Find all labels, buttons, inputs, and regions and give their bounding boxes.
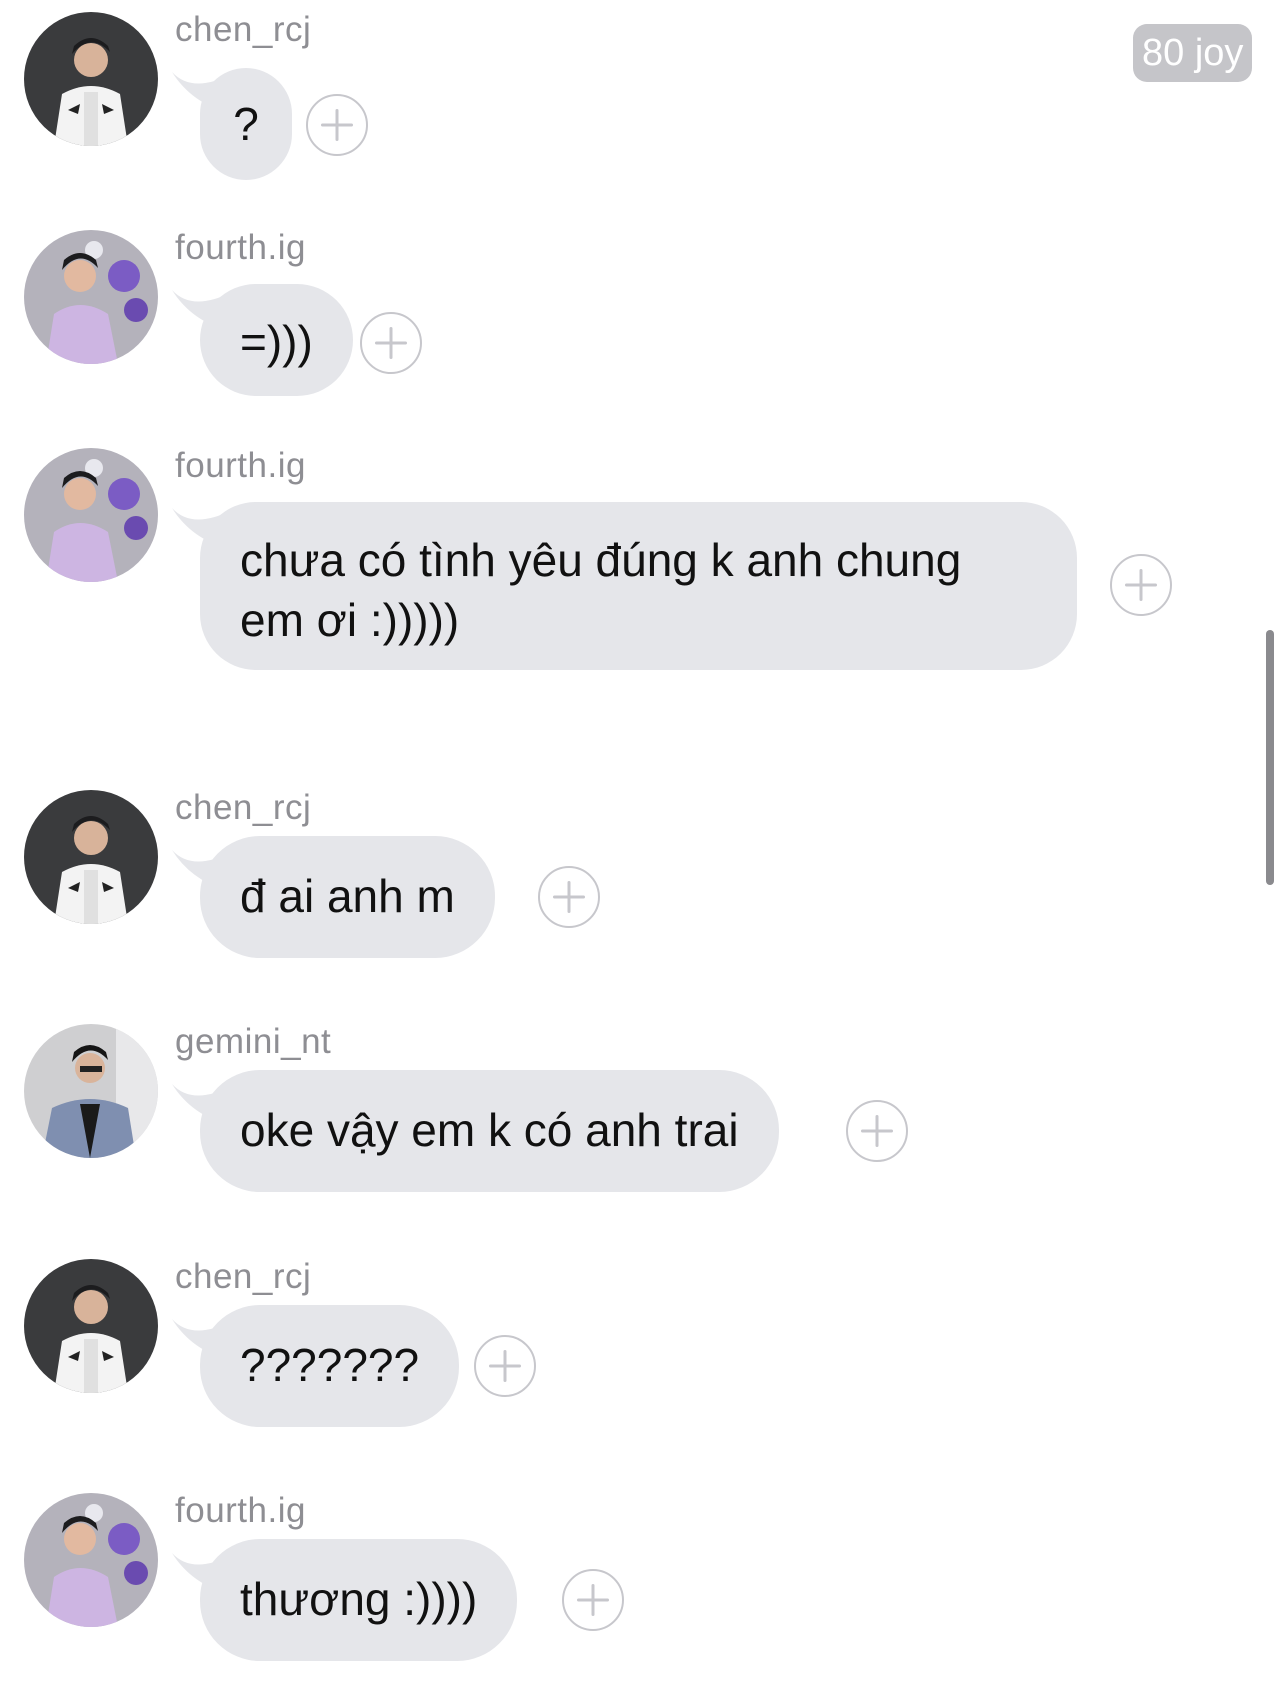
- message-row: fourth.ig =))): [0, 218, 1200, 418]
- add-reaction-icon[interactable]: [306, 94, 368, 156]
- username[interactable]: chen_rcj: [175, 10, 311, 50]
- message-text: ?: [233, 98, 259, 150]
- add-reaction-icon[interactable]: [562, 1569, 624, 1631]
- message-bubble[interactable]: thương :)))): [200, 1539, 518, 1661]
- username[interactable]: fourth.ig: [175, 446, 306, 486]
- add-reaction-icon[interactable]: [538, 866, 600, 928]
- add-reaction-icon[interactable]: [360, 312, 422, 374]
- message-bubble[interactable]: ?: [200, 68, 292, 180]
- add-reaction-icon[interactable]: [474, 1335, 536, 1397]
- message-text: oke vậy em k có anh trai: [240, 1104, 739, 1156]
- message-text: =))): [240, 316, 313, 368]
- message-row: chen_rcj ?: [0, 0, 1200, 200]
- message-bubble[interactable]: đ ai anh m: [200, 836, 495, 958]
- message-bubble[interactable]: ???????: [200, 1305, 460, 1427]
- avatar[interactable]: [24, 1024, 158, 1158]
- avatar[interactable]: [24, 12, 158, 146]
- avatar[interactable]: [24, 448, 158, 582]
- joy-badge: 80 joy: [1133, 24, 1253, 82]
- username[interactable]: fourth.ig: [175, 1491, 306, 1531]
- add-reaction-icon[interactable]: [846, 1100, 908, 1162]
- username[interactable]: gemini_nt: [175, 1022, 331, 1062]
- message-bubble[interactable]: chưa có tình yêu đúng k anh chung em ơi …: [200, 502, 1077, 670]
- avatar[interactable]: [24, 1259, 158, 1393]
- scrollbar[interactable]: [1266, 630, 1274, 885]
- username[interactable]: chen_rcj: [175, 788, 311, 828]
- message-text: ???????: [240, 1339, 420, 1391]
- message-text: thương :)))): [240, 1573, 478, 1625]
- avatar[interactable]: [24, 790, 158, 924]
- message-row: chen_rcj đ ai anh m: [0, 778, 1200, 978]
- avatar[interactable]: [24, 1493, 158, 1627]
- message-row: fourth.ig thương :)))): [0, 1481, 1200, 1681]
- message-row: chen_rcj ???????: [0, 1247, 1200, 1447]
- message-row: fourth.ig chưa có tình yêu đúng k anh ch…: [0, 436, 1200, 670]
- username[interactable]: fourth.ig: [175, 228, 306, 268]
- avatar[interactable]: [24, 230, 158, 364]
- message-text: đ ai anh m: [240, 870, 455, 922]
- chat-thread: chen_rcj ? fourth.ig =))) fourth.ig chưa…: [0, 0, 1284, 1695]
- message-bubble[interactable]: oke vậy em k có anh trai: [200, 1070, 779, 1192]
- message-row: gemini_nt oke vậy em k có anh trai: [0, 1012, 1200, 1212]
- username[interactable]: chen_rcj: [175, 1257, 311, 1297]
- message-bubble[interactable]: =))): [200, 284, 353, 396]
- add-reaction-icon[interactable]: [1110, 554, 1172, 616]
- message-text: chưa có tình yêu đúng k anh chung em ơi …: [240, 534, 962, 646]
